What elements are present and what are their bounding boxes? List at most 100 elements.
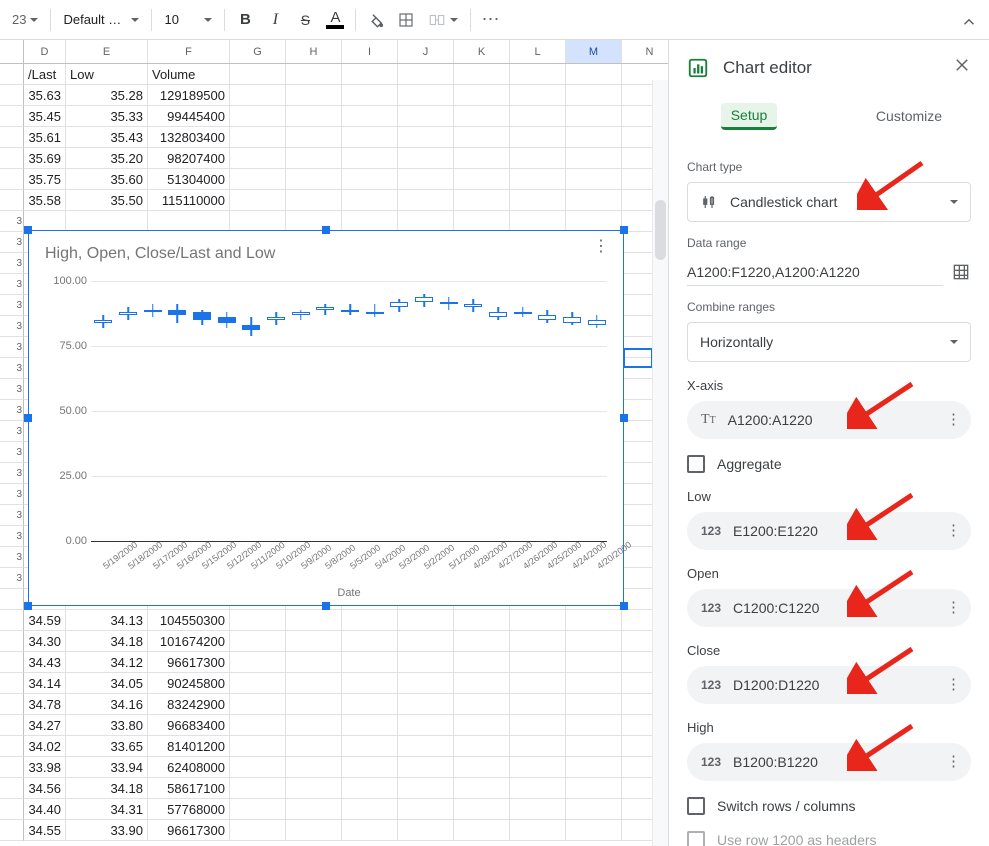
cell[interactable] [286, 694, 342, 715]
cell[interactable] [454, 715, 510, 736]
cell[interactable] [286, 64, 342, 85]
cell[interactable] [566, 106, 622, 127]
cell[interactable] [398, 85, 454, 106]
cell[interactable]: 34.18 [66, 778, 148, 799]
chart-menu-button[interactable]: ⋮ [593, 245, 609, 249]
cell[interactable]: 34.16 [66, 694, 148, 715]
cell[interactable] [230, 85, 286, 106]
cell[interactable] [566, 757, 622, 778]
chip-menu-button[interactable]: ⋮ [946, 418, 961, 422]
cell[interactable] [230, 631, 286, 652]
cell[interactable] [566, 169, 622, 190]
series-chip[interactable]: 123E1200:E1220⋮ [687, 512, 971, 550]
cell[interactable] [398, 715, 454, 736]
cell[interactable] [342, 190, 398, 211]
cell[interactable] [342, 169, 398, 190]
cell[interactable] [230, 148, 286, 169]
cell[interactable]: 34.13 [66, 610, 148, 631]
cell[interactable] [454, 757, 510, 778]
cell[interactable] [510, 736, 566, 757]
cell[interactable]: 34.02 [24, 736, 66, 757]
cell[interactable] [566, 820, 622, 841]
font-family-dropdown[interactable]: Default (Ca... [57, 6, 145, 34]
cell[interactable] [286, 652, 342, 673]
cell[interactable] [230, 715, 286, 736]
cell[interactable] [398, 673, 454, 694]
cell[interactable] [230, 127, 286, 148]
cell[interactable] [342, 85, 398, 106]
aggregate-checkbox-row[interactable]: Aggregate [687, 455, 971, 473]
zoom-dropdown[interactable]: 23 [6, 6, 44, 34]
cell[interactable] [454, 652, 510, 673]
cell[interactable]: 34.31 [66, 799, 148, 820]
cell[interactable] [510, 127, 566, 148]
cell[interactable]: 33.98 [24, 757, 66, 778]
cell[interactable] [398, 652, 454, 673]
cell[interactable]: 34.40 [24, 799, 66, 820]
cell[interactable]: 34.55 [24, 820, 66, 841]
checkbox-icon[interactable] [687, 455, 705, 473]
cell[interactable] [286, 778, 342, 799]
cell[interactable] [566, 610, 622, 631]
cell[interactable]: 34.78 [24, 694, 66, 715]
cell[interactable]: 96617300 [148, 820, 230, 841]
cell[interactable]: 98207400 [148, 148, 230, 169]
xaxis-chip[interactable]: TT A1200:A1220 ⋮ [687, 401, 971, 439]
cell[interactable]: 33.94 [66, 757, 148, 778]
resize-handle[interactable] [24, 226, 32, 234]
cell[interactable]: 81401200 [148, 736, 230, 757]
col-header-N[interactable]: N [622, 40, 669, 63]
cell[interactable] [398, 610, 454, 631]
cell[interactable]: 96617300 [148, 652, 230, 673]
chart-type-dropdown[interactable]: Candlestick chart [687, 182, 971, 222]
cell[interactable]: 101674200 [148, 631, 230, 652]
cell[interactable]: 33.90 [66, 820, 148, 841]
cell[interactable]: 35.61 [24, 127, 66, 148]
cell[interactable] [510, 106, 566, 127]
cell[interactable] [566, 652, 622, 673]
cell[interactable]: 58617100 [148, 778, 230, 799]
cell[interactable]: /Last [24, 64, 66, 85]
italic-button[interactable]: I [261, 6, 289, 34]
series-chip[interactable]: 123C1200:C1220⋮ [687, 589, 971, 627]
cell[interactable]: 33.65 [66, 736, 148, 757]
cell[interactable]: Low [66, 64, 148, 85]
cell[interactable] [510, 799, 566, 820]
cell[interactable] [510, 694, 566, 715]
cell[interactable] [230, 799, 286, 820]
cell[interactable] [510, 631, 566, 652]
cell[interactable] [230, 169, 286, 190]
cell[interactable] [510, 190, 566, 211]
cell[interactable] [342, 799, 398, 820]
cell[interactable] [398, 736, 454, 757]
cell[interactable] [342, 127, 398, 148]
cell[interactable] [566, 778, 622, 799]
cell[interactable] [230, 610, 286, 631]
cell[interactable] [286, 148, 342, 169]
cell[interactable] [148, 211, 230, 232]
col-header-E[interactable]: E [66, 40, 148, 63]
cell[interactable] [342, 673, 398, 694]
cell[interactable]: 34.05 [66, 673, 148, 694]
switch-rows-columns-row[interactable]: Switch rows / columns [687, 797, 971, 815]
cell[interactable] [230, 778, 286, 799]
cell[interactable] [454, 673, 510, 694]
col-header-G[interactable]: G [230, 40, 286, 63]
cell[interactable] [342, 736, 398, 757]
cell[interactable] [342, 757, 398, 778]
cell[interactable]: 35.50 [66, 190, 148, 211]
data-range-input[interactable] [687, 258, 943, 286]
series-chip[interactable]: 123D1200:D1220⋮ [687, 666, 971, 704]
cell[interactable] [454, 127, 510, 148]
cell[interactable] [398, 211, 454, 232]
cell[interactable] [230, 64, 286, 85]
cell[interactable] [286, 169, 342, 190]
cell[interactable] [342, 694, 398, 715]
cell[interactable] [342, 820, 398, 841]
cell[interactable] [566, 694, 622, 715]
col-header-F[interactable]: F [148, 40, 230, 63]
cell[interactable] [510, 169, 566, 190]
col-header-I[interactable]: I [342, 40, 398, 63]
cell[interactable] [286, 820, 342, 841]
cell[interactable] [566, 799, 622, 820]
